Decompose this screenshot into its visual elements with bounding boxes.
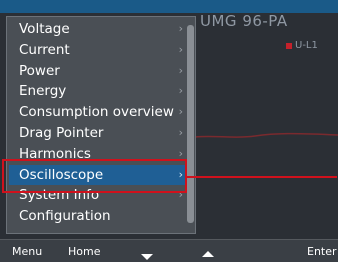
menu-scrollbar[interactable] <box>187 25 194 223</box>
arrow-up-icon <box>202 251 214 257</box>
chevron-right-icon: › <box>178 125 183 139</box>
menu-item-label: Drag Pointer <box>19 124 104 141</box>
chevron-right-icon: › <box>178 105 183 119</box>
enter-softkey[interactable]: Enter <box>307 244 337 260</box>
waveform-legend: U-L1 <box>286 40 318 51</box>
legend-label: U-L1 <box>295 40 318 51</box>
main-menu-panel: Voltage › Current › Power › Energy › Con… <box>6 16 196 234</box>
callout-line <box>187 176 337 178</box>
menu-item-current[interactable]: Current › <box>9 40 185 61</box>
device-name: UMG 96-PA <box>200 12 288 30</box>
chevron-right-icon: › <box>178 63 183 77</box>
arrow-down-icon <box>141 254 153 260</box>
chevron-right-icon: › <box>178 22 183 35</box>
up-softkey[interactable] <box>202 246 214 262</box>
device-display: UMG 96-PA U-L1 Voltage › Current › Power… <box>0 0 338 262</box>
menu-item-label: Voltage <box>19 21 70 37</box>
home-softkey[interactable]: Home <box>68 244 100 260</box>
legend-swatch <box>286 42 292 49</box>
menu-item-energy[interactable]: Energy › <box>9 81 185 102</box>
menu-softkey[interactable]: Menu <box>12 244 42 260</box>
chevron-right-icon: › <box>178 84 183 98</box>
menu-item-label: Configuration <box>19 208 111 225</box>
menu-item-voltage[interactable]: Voltage › <box>9 19 185 40</box>
menu-item-label: Current <box>19 41 70 58</box>
menu-item-power[interactable]: Power › <box>9 61 185 82</box>
waveform-trace <box>195 132 338 138</box>
down-softkey[interactable] <box>141 249 153 262</box>
menu-item-label: Consumption overview <box>19 104 174 121</box>
menu-item-configuration[interactable]: Configuration <box>9 206 185 227</box>
chevron-right-icon: › <box>178 42 183 56</box>
softkey-bar: Menu Home Enter <box>0 239 338 262</box>
highlight-frame <box>2 159 187 193</box>
menu-item-label: Power <box>19 62 60 79</box>
menu-item-consumption-overview[interactable]: Consumption overview › <box>9 102 185 123</box>
menu-item-drag-pointer[interactable]: Drag Pointer › <box>9 123 185 144</box>
menu-item-label: Energy <box>19 83 67 100</box>
main-menu-list: Voltage › Current › Power › Energy › Con… <box>9 19 185 227</box>
